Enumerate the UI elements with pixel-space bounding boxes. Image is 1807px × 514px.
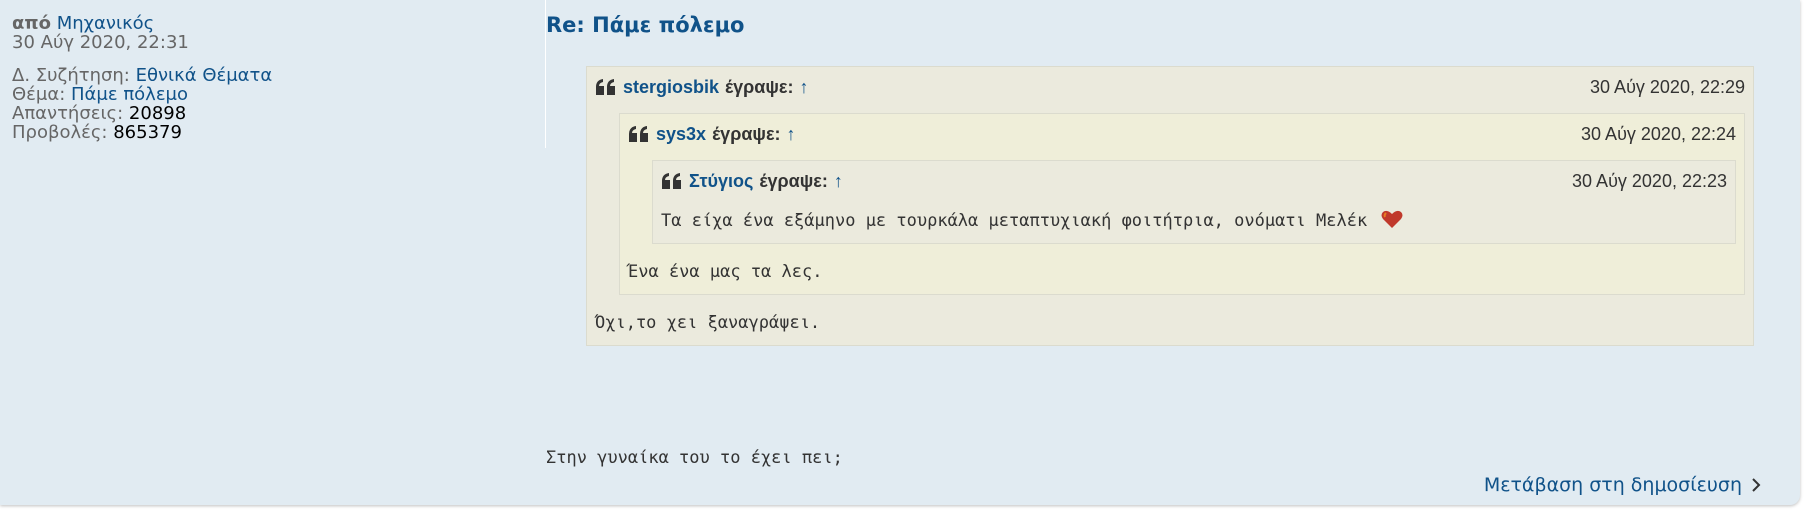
quote-author-link[interactable]: stergiosbik bbox=[623, 77, 719, 98]
quote-date: 30 Αύγ 2020, 22:29 bbox=[1590, 76, 1745, 97]
quote-text: Ένα ένα μας τα λες. bbox=[628, 262, 823, 282]
quote-stygios: Στύγιος έγραψε: ↑ 30 Αύγ 2020, 22:23 Τα … bbox=[652, 160, 1736, 244]
quote-cite: Στύγιος έγραψε: ↑ 30 Αύγ 2020, 22:23 bbox=[661, 171, 1727, 191]
quote-sys3x: sys3x έγραψε: ↑ 30 Αύγ 2020, 22:24 Στύγι… bbox=[619, 113, 1745, 295]
heart-emoji-icon bbox=[1381, 210, 1403, 228]
post-title-link[interactable]: Re: Πάμε πόλεμο bbox=[546, 13, 744, 37]
by-label: από bbox=[12, 13, 51, 34]
chevron-right-icon bbox=[1752, 478, 1761, 492]
jump-to-post-link[interactable]: Μετάβαση στη δημοσίευση bbox=[1484, 474, 1762, 496]
quote-icon bbox=[662, 173, 681, 189]
post-profile: από Μηχανικός 30 Αύγ 2020, 22:31 Δ. Συζή… bbox=[12, 14, 542, 146]
views-label: Προβολές: bbox=[12, 122, 108, 143]
post-date: 30 Αύγ 2020, 22:31 bbox=[12, 32, 189, 53]
topic-row: Θέμα: Πάμε πόλεμο bbox=[12, 85, 542, 104]
quote-icon bbox=[596, 79, 615, 95]
topic-label: Θέμα: bbox=[12, 84, 66, 105]
quote-wrote-label: έγραψε: bbox=[712, 123, 781, 144]
quote-text-content: Τα είχα ένα εξάμηνο με τουρκάλα μεταπτυχ… bbox=[661, 211, 1368, 231]
post-author-row: από Μηχανικός bbox=[12, 14, 542, 33]
forum-link[interactable]: Εθνικά Θέματα bbox=[136, 65, 273, 86]
topic-link[interactable]: Πάμε πόλεμο bbox=[71, 84, 188, 105]
quote-date: 30 Αύγ 2020, 22:23 bbox=[1572, 170, 1727, 191]
forum-label: Δ. Συζήτηση: bbox=[12, 65, 130, 86]
views-row: Προβολές: 865379 bbox=[12, 123, 542, 142]
quote-text: Τα είχα ένα εξάμηνο με τουρκάλα μεταπτυχ… bbox=[661, 209, 1727, 231]
quote-icon bbox=[629, 126, 648, 142]
quote-author-link[interactable]: sys3x bbox=[656, 124, 706, 145]
quote-cite: stergiosbik έγραψε: ↑ 30 Αύγ 2020, 22:29 bbox=[595, 77, 1745, 97]
go-to-quoted-post-arrow[interactable]: ↑ bbox=[834, 171, 843, 192]
post-text: Στην γυναίκα του το έχει πει; bbox=[546, 448, 843, 468]
quote-wrote-label: έγραψε: bbox=[725, 76, 794, 97]
quote-wrote-label: έγραψε: bbox=[759, 170, 828, 191]
jump-to-post-label: Μετάβαση στη δημοσίευση bbox=[1483, 474, 1742, 496]
forum-row: Δ. Συζήτηση: Εθνικά Θέματα bbox=[12, 66, 542, 85]
quote-date: 30 Αύγ 2020, 22:24 bbox=[1581, 123, 1736, 144]
quote-text: Όχι,το χει ξαναγράψει. bbox=[595, 313, 821, 333]
author-link[interactable]: Μηχανικός bbox=[57, 13, 155, 34]
go-to-quoted-post-arrow[interactable]: ↑ bbox=[799, 77, 808, 98]
replies-count: 20898 bbox=[128, 103, 187, 124]
post-content: stergiosbik έγραψε: ↑ 30 Αύγ 2020, 22:29… bbox=[546, 66, 1756, 346]
quote-stergiosbik: stergiosbik έγραψε: ↑ 30 Αύγ 2020, 22:29… bbox=[586, 66, 1754, 346]
quote-cite: sys3x έγραψε: ↑ 30 Αύγ 2020, 22:24 bbox=[628, 124, 1736, 144]
replies-row: Απαντήσεις: 20898 bbox=[12, 104, 542, 123]
replies-label: Απαντήσεις: bbox=[12, 103, 124, 124]
go-to-quoted-post-arrow[interactable]: ↑ bbox=[787, 124, 796, 145]
views-count: 865379 bbox=[113, 122, 182, 143]
search-result-post: από Μηχανικός 30 Αύγ 2020, 22:31 Δ. Συζή… bbox=[0, 0, 1800, 505]
quote-author-link[interactable]: Στύγιος bbox=[689, 171, 753, 192]
